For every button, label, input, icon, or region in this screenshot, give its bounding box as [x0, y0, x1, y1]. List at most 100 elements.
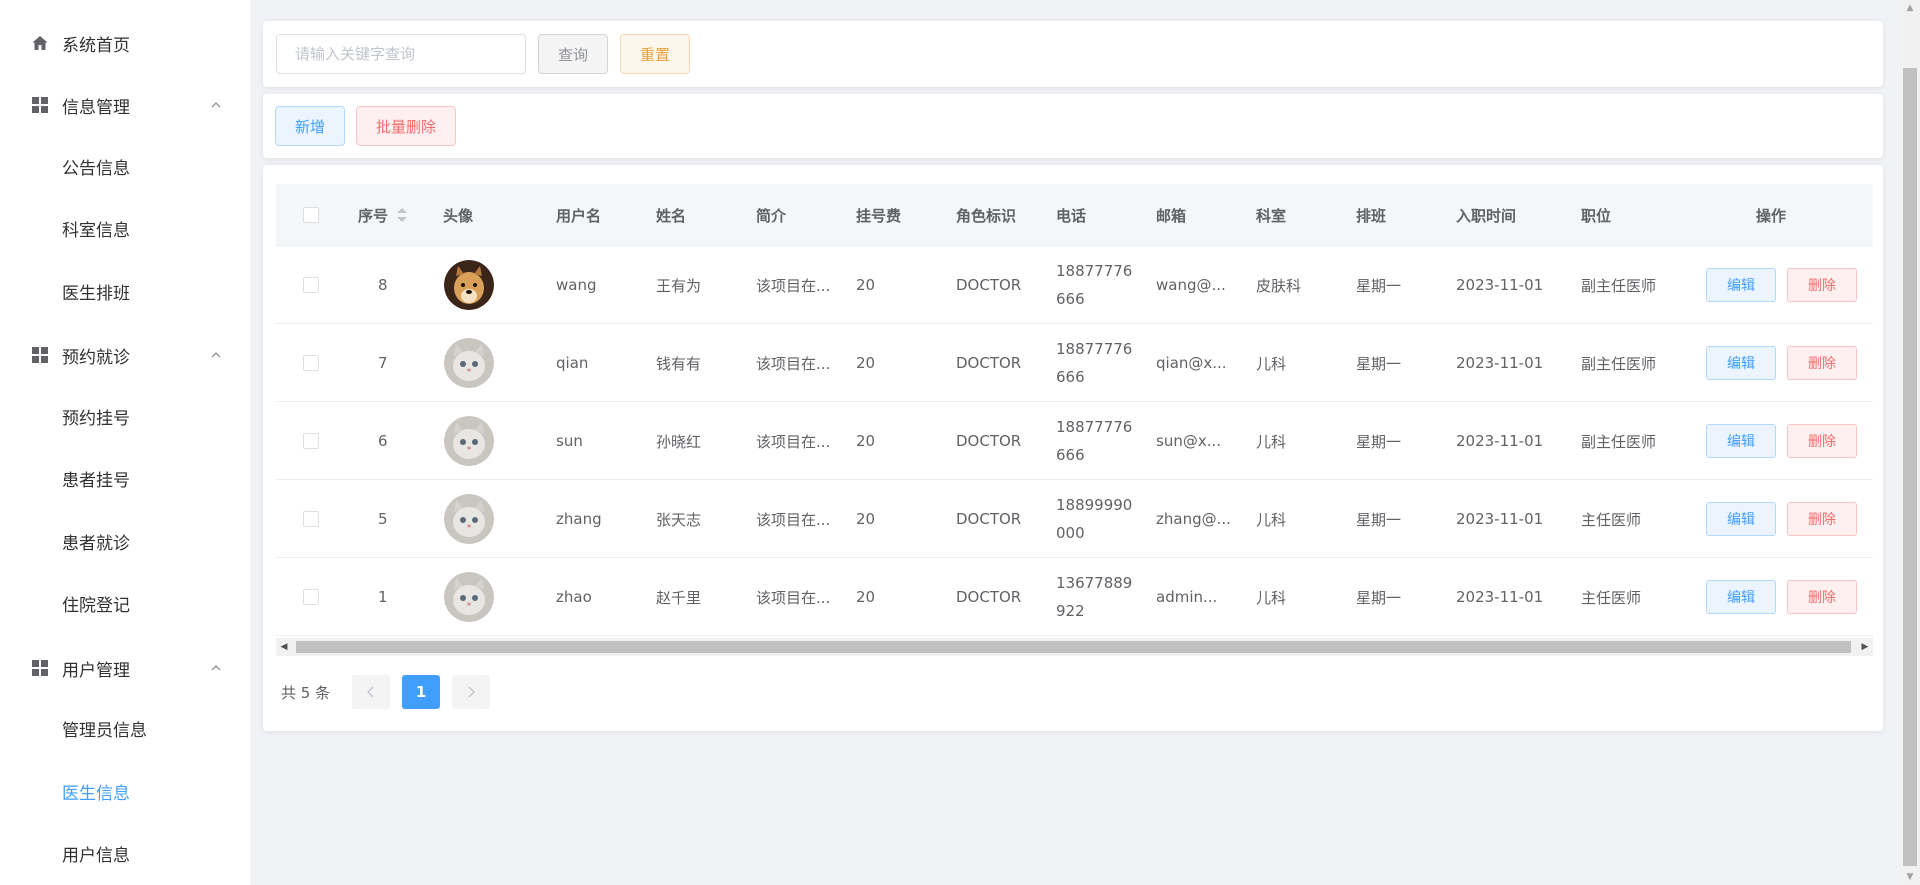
table-horizontal-scrollbar[interactable]: ◀ ▶: [276, 638, 1873, 656]
sidebar-group-info[interactable]: 信息管理: [0, 83, 250, 127]
sidebar: 系统首页 信息管理 公告信息 科室信息 医生排班 预约就诊 预约挂号 患者挂号 …: [0, 0, 250, 885]
scrollbar-thumb[interactable]: [296, 641, 1851, 653]
row-checkbox[interactable]: [303, 246, 319, 324]
edit-button[interactable]: 编辑: [1706, 502, 1776, 536]
col-date: 入职时间: [1456, 206, 1517, 225]
sidebar-item-label: 科室信息: [62, 220, 130, 241]
next-page-button[interactable]: [452, 675, 490, 709]
batch-delete-button[interactable]: 批量删除: [356, 106, 456, 146]
cell-phone: 18877776 666: [1056, 340, 1133, 386]
cell-phone: 18877776 666: [1056, 418, 1133, 464]
add-button[interactable]: 新增: [275, 106, 345, 146]
row-checkbox[interactable]: [303, 402, 319, 480]
row-checkbox[interactable]: [303, 324, 319, 402]
col-phone: 电话: [1056, 206, 1087, 225]
sidebar-group-appointment[interactable]: 预约就诊: [0, 333, 250, 377]
prev-page-button[interactable]: [352, 675, 390, 709]
scroll-up-icon[interactable]: ▲: [1900, 0, 1920, 16]
cat-avatar: [444, 494, 494, 544]
scroll-right-icon[interactable]: ▶: [1857, 638, 1873, 656]
page-vertical-scrollbar[interactable]: ▲ ▼: [1900, 0, 1920, 885]
sidebar-item-user-info[interactable]: 用户信息: [0, 831, 250, 875]
cell-id: 7: [378, 354, 388, 372]
cell-username: wang: [556, 276, 597, 294]
table-row: 5 zhang 张天志 该项目在... 20 DOCTOR 18899990 00…: [276, 480, 1873, 558]
cell-date: 2023-11-01: [1456, 588, 1544, 606]
delete-button[interactable]: 删除: [1787, 424, 1857, 458]
cell-intro: 该项目在...: [756, 354, 831, 373]
sidebar-item-schedule[interactable]: 医生排班: [0, 269, 250, 313]
chevron-left-icon: [367, 686, 374, 698]
sidebar-group-users[interactable]: 用户管理: [0, 646, 250, 690]
sidebar-item-label: 系统首页: [62, 35, 130, 56]
sidebar-item-label: 患者挂号: [62, 470, 130, 491]
edit-button[interactable]: 编辑: [1706, 346, 1776, 380]
cell-email: zhang@...: [1156, 510, 1231, 528]
edit-button[interactable]: 编辑: [1706, 268, 1776, 302]
cell-role: DOCTOR: [956, 354, 1022, 372]
cell-fee: 20: [856, 432, 876, 450]
cell-email: qian@x...: [1156, 354, 1227, 372]
cell-intro: 该项目在...: [756, 432, 831, 451]
col-title: 职位: [1581, 206, 1612, 225]
chevron-up-icon: [211, 102, 221, 108]
sidebar-item-department[interactable]: 科室信息: [0, 206, 250, 250]
table-row: 6 sun 孙晓红 该项目在... 20 DOCTOR 18877776 666 …: [276, 402, 1873, 480]
cell-fee: 20: [856, 354, 876, 372]
sidebar-item-patient-registration[interactable]: 患者挂号: [0, 456, 250, 500]
chevron-right-icon: [468, 686, 475, 698]
grid-icon: [30, 658, 50, 678]
col-shift: 排班: [1356, 206, 1387, 225]
cell-fee: 20: [856, 588, 876, 606]
scrollbar-thumb[interactable]: [1903, 68, 1917, 866]
sidebar-item-hospitalization[interactable]: 住院登记: [0, 581, 250, 625]
col-email: 邮箱: [1156, 206, 1187, 225]
page-number-button[interactable]: 1: [402, 675, 440, 709]
reset-button[interactable]: 重置: [620, 34, 690, 74]
scroll-down-icon[interactable]: ▼: [1900, 869, 1920, 885]
cell-shift: 星期一: [1356, 354, 1402, 373]
sidebar-item-booking[interactable]: 预约挂号: [0, 394, 250, 438]
col-avatar: 头像: [443, 206, 474, 225]
dog-avatar: [444, 260, 494, 310]
scroll-left-icon[interactable]: ◀: [276, 638, 292, 656]
col-username: 用户名: [556, 206, 602, 225]
row-checkbox[interactable]: [303, 480, 319, 558]
grid-icon: [30, 95, 50, 115]
cell-role: DOCTOR: [956, 276, 1022, 294]
cell-avatar: [444, 558, 494, 636]
edit-button[interactable]: 编辑: [1706, 580, 1776, 614]
sidebar-item-label: 公告信息: [62, 158, 130, 179]
sort-icon[interactable]: [396, 206, 408, 224]
col-id[interactable]: 序号: [358, 184, 408, 246]
cell-phone: 18877776 666: [1056, 262, 1133, 308]
select-all-checkbox[interactable]: [303, 184, 319, 246]
delete-button[interactable]: 删除: [1787, 268, 1857, 302]
query-button[interactable]: 查询: [538, 34, 608, 74]
sidebar-item-admin-info[interactable]: 管理员信息: [0, 706, 250, 750]
sidebar-item-announcement[interactable]: 公告信息: [0, 144, 250, 188]
sidebar-item-patient-visit[interactable]: 患者就诊: [0, 519, 250, 563]
sidebar-item-label: 患者就诊: [62, 533, 130, 554]
sidebar-item-label: 住院登记: [62, 595, 130, 616]
cell-avatar: [444, 480, 494, 558]
grid-icon: [30, 345, 50, 365]
chevron-up-icon: [211, 352, 221, 358]
sidebar-item-label: 信息管理: [62, 97, 130, 118]
col-fee: 挂号费: [856, 206, 902, 225]
row-checkbox[interactable]: [303, 558, 319, 636]
sidebar-item-home[interactable]: 系统首页: [0, 21, 250, 65]
edit-button[interactable]: 编辑: [1706, 424, 1776, 458]
delete-button[interactable]: 删除: [1787, 580, 1857, 614]
delete-button[interactable]: 删除: [1787, 346, 1857, 380]
cell-date: 2023-11-01: [1456, 432, 1544, 450]
cell-dept: 儿科: [1256, 432, 1287, 451]
sidebar-item-doctor-info[interactable]: 医生信息: [0, 769, 250, 813]
delete-button[interactable]: 删除: [1787, 502, 1857, 536]
cell-phone: 18899990 000: [1056, 496, 1133, 542]
table-row: 7 qian 钱有有 该项目在... 20 DOCTOR 18877776 666…: [276, 324, 1873, 402]
cat-avatar: [444, 416, 494, 466]
cat-avatar: [444, 572, 494, 622]
cell-id: 8: [378, 276, 388, 294]
search-input[interactable]: [276, 34, 526, 74]
